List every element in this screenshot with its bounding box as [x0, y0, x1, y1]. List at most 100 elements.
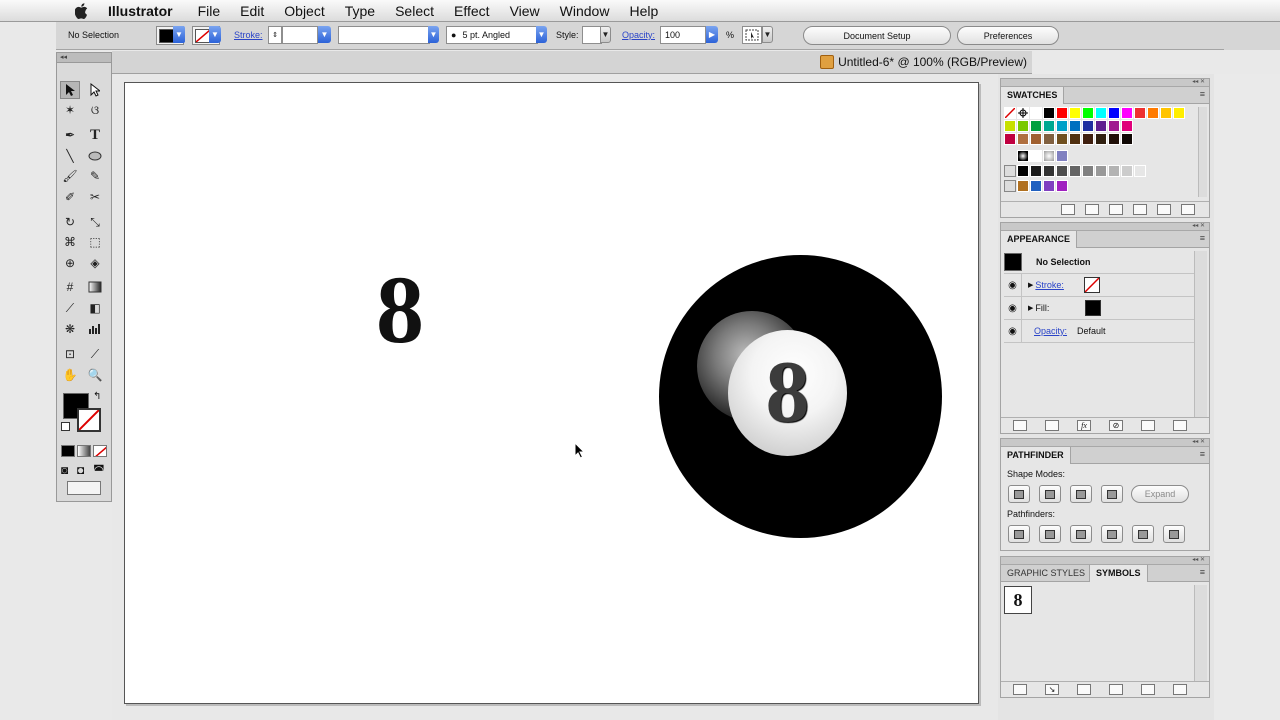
appearance-stroke-label[interactable]: Stroke:: [1035, 280, 1064, 290]
type-tool-icon[interactable]: T: [85, 126, 105, 144]
delete-item-icon[interactable]: [1173, 420, 1187, 431]
swatch[interactable]: [1108, 133, 1120, 145]
panel-grip[interactable]: ◂◂ ✕: [1001, 223, 1209, 231]
appearance-opacity-row[interactable]: ◉ Opacity: Default: [1004, 320, 1194, 343]
menu-select[interactable]: Select: [395, 3, 434, 19]
fill-dropdown-icon[interactable]: ▼: [173, 26, 185, 43]
gradient-tool-icon[interactable]: [85, 278, 105, 296]
swatch[interactable]: [1095, 133, 1107, 145]
canvas-eight-text[interactable]: 8: [376, 262, 424, 358]
variable-width-field[interactable]: [338, 26, 430, 44]
swatch[interactable]: [1017, 120, 1029, 132]
default-fill-stroke-icon[interactable]: [61, 422, 70, 431]
outline-button[interactable]: [1132, 525, 1154, 543]
scale-tool-icon[interactable]: ⤡: [85, 213, 105, 231]
none-mode-icon[interactable]: [93, 445, 107, 457]
draw-behind-icon[interactable]: ◘: [77, 463, 84, 477]
new-color-group-icon[interactable]: [1133, 204, 1147, 215]
magic-wand-tool-icon[interactable]: ✶: [60, 101, 80, 119]
eye-icon[interactable]: ◉: [1004, 297, 1022, 319]
swatch[interactable]: [1082, 107, 1094, 119]
shape-builder-tool-icon[interactable]: ⊕: [60, 254, 80, 272]
merge-button[interactable]: [1070, 525, 1092, 543]
swatch[interactable]: [1056, 120, 1068, 132]
swatch[interactable]: [1030, 180, 1042, 192]
swatch[interactable]: [1056, 133, 1068, 145]
menu-window[interactable]: Window: [560, 3, 610, 19]
mesh-tool-icon[interactable]: #: [60, 278, 80, 296]
swatch[interactable]: [1147, 107, 1159, 119]
menu-help[interactable]: Help: [629, 3, 658, 19]
swatch-gradient[interactable]: [1056, 150, 1068, 162]
add-new-stroke-icon[interactable]: [1013, 420, 1027, 431]
stroke-dropdown-icon[interactable]: ▼: [209, 26, 221, 43]
appearance-stroke-swatch[interactable]: [1083, 277, 1100, 293]
minus-back-button[interactable]: [1163, 525, 1185, 543]
recolor-artwork-icon[interactable]: [742, 26, 762, 44]
brush-definition-field[interactable]: ● 5 pt. Angled: [446, 26, 538, 44]
place-symbol-instance-icon[interactable]: ↘: [1045, 684, 1059, 695]
paintbrush-tool-icon[interactable]: 🖌: [60, 167, 80, 185]
swatch[interactable]: [1173, 107, 1185, 119]
swatch[interactable]: [1108, 107, 1120, 119]
break-link-icon[interactable]: [1077, 684, 1091, 695]
ellipse-tool-icon[interactable]: [85, 147, 105, 165]
swap-fill-stroke-icon[interactable]: ↰: [93, 391, 101, 402]
swatch[interactable]: [1017, 180, 1029, 192]
brush-dropdown-icon[interactable]: ▼: [536, 26, 547, 43]
swatch[interactable]: [1043, 180, 1055, 192]
swatch-gray[interactable]: [1056, 165, 1068, 177]
swatch-gray[interactable]: [1134, 165, 1146, 177]
symbol-options-icon[interactable]: [1109, 684, 1123, 695]
appearance-fill-swatch[interactable]: [1085, 300, 1102, 316]
menu-view[interactable]: View: [510, 3, 540, 19]
swatch[interactable]: [1108, 120, 1120, 132]
swatch-gradient[interactable]: [1017, 150, 1029, 162]
swatch[interactable]: [1043, 120, 1055, 132]
minus-front-button[interactable]: [1039, 485, 1061, 503]
swatch-gray[interactable]: [1108, 165, 1120, 177]
swatch-gray[interactable]: [1030, 165, 1042, 177]
swatch[interactable]: [1095, 107, 1107, 119]
screen-mode-icon[interactable]: [67, 481, 101, 495]
menu-edit[interactable]: Edit: [240, 3, 264, 19]
swatch[interactable]: [1069, 120, 1081, 132]
selection-tool-icon[interactable]: [60, 81, 80, 99]
swatch[interactable]: [1134, 107, 1146, 119]
swatch[interactable]: [1069, 107, 1081, 119]
appearance-scrollbar[interactable]: [1194, 251, 1207, 417]
tab-swatches[interactable]: SWATCHES: [1001, 87, 1065, 104]
opacity-arrow-icon[interactable]: ▶: [706, 26, 718, 43]
show-swatch-kinds-icon[interactable]: [1085, 204, 1099, 215]
appearance-fill-row[interactable]: ◉ ▶ Fill:: [1004, 297, 1194, 320]
tab-pathfinder[interactable]: PATHFINDER: [1001, 447, 1071, 464]
add-new-effect-icon[interactable]: fx: [1077, 420, 1091, 431]
swatch[interactable]: [1056, 107, 1068, 119]
tab-appearance[interactable]: APPEARANCE: [1001, 231, 1078, 248]
crop-button[interactable]: [1101, 525, 1123, 543]
swatch-gray[interactable]: [1121, 165, 1133, 177]
tools-panel-grip[interactable]: ◂◂: [57, 53, 111, 63]
draw-normal-icon[interactable]: ◙: [61, 463, 68, 477]
tab-graphic-styles[interactable]: GRAPHIC STYLES: [1001, 565, 1091, 582]
hand-tool-icon[interactable]: ✋: [60, 366, 80, 384]
lasso-tool-icon[interactable]: ଓ: [85, 101, 105, 119]
swatch-gray[interactable]: [1069, 165, 1081, 177]
eyedropper-tool-icon[interactable]: ⟋: [60, 299, 80, 317]
menu-app-name[interactable]: Illustrator: [108, 3, 173, 19]
clear-appearance-icon[interactable]: ⊘: [1109, 420, 1123, 431]
eye-icon[interactable]: ◉: [1004, 274, 1022, 296]
preferences-button[interactable]: Preferences: [957, 26, 1059, 45]
swatch-library-icon[interactable]: [1061, 204, 1075, 215]
swatch[interactable]: [1017, 133, 1029, 145]
appearance-opacity-label[interactable]: Opacity:: [1034, 326, 1067, 336]
tab-symbols[interactable]: SYMBOLS: [1089, 565, 1148, 582]
document-tab[interactable]: Untitled-6* @ 100% (RGB/Preview): [820, 55, 1027, 69]
scissors-tool-icon[interactable]: ✂: [85, 188, 105, 206]
swatch[interactable]: [1056, 180, 1068, 192]
add-new-fill-icon[interactable]: [1045, 420, 1059, 431]
swatch[interactable]: [1030, 133, 1042, 145]
apple-icon[interactable]: [74, 2, 90, 19]
swatch[interactable]: [1030, 120, 1042, 132]
symbols-scrollbar[interactable]: [1194, 585, 1207, 681]
